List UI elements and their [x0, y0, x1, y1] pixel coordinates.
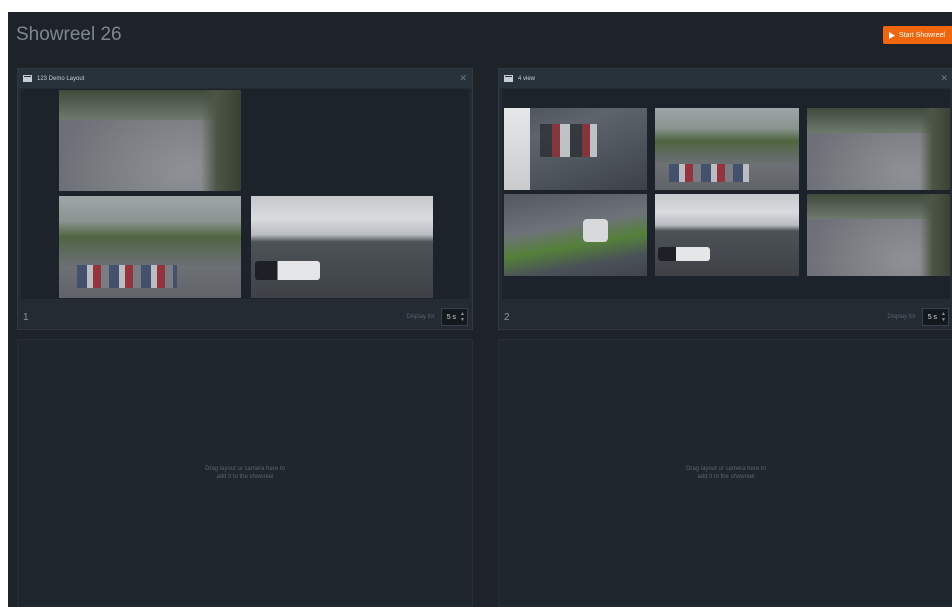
drop-zone[interactable]: Drag layout or camera here to add it to …: [17, 339, 473, 607]
duration-value[interactable]: 5 s: [447, 314, 456, 321]
showreel-app: Showreel 26 Start Showreel 123 Demo Layo…: [8, 12, 952, 607]
close-icon[interactable]: ✕: [940, 73, 948, 83]
panel-footer: 1 Display for 5 s ▲ ▼: [18, 305, 472, 329]
layout-preview: [21, 89, 469, 299]
camera-view: [655, 108, 799, 190]
camera-view: [504, 108, 647, 190]
close-icon[interactable]: ✕: [459, 73, 467, 83]
display-for-control: Display for 5 s ▲ ▼: [887, 308, 949, 326]
start-showreel-label: Start Showreel: [899, 31, 945, 39]
display-for-label: Display for: [887, 314, 916, 320]
duration-value[interactable]: 5 s: [928, 314, 937, 321]
start-showreel-button[interactable]: Start Showreel: [883, 26, 952, 44]
display-for-label: Display for: [406, 314, 435, 320]
camera-view: [504, 194, 647, 276]
panel-number: 2: [504, 311, 510, 323]
camera-view: [251, 196, 433, 298]
drop-zone-hint: Drag layout or camera here to add it to …: [686, 466, 766, 480]
panel-title: 4 view: [518, 75, 536, 82]
camera-view: [59, 90, 241, 191]
stepper-arrows-icon[interactable]: ▲ ▼: [941, 311, 946, 323]
drop-zone-hint: Drag layout or camera here to add it to …: [205, 466, 285, 480]
page-title: Showreel 26: [16, 24, 122, 45]
duration-stepper[interactable]: 5 s ▲ ▼: [921, 308, 949, 326]
panel-footer: 2 Display for 5 s ▲ ▼: [499, 305, 952, 329]
camera-view: [807, 108, 950, 190]
layout-preview: [502, 89, 950, 299]
stepper-arrows-icon[interactable]: ▲ ▼: [460, 311, 465, 323]
camera-view: [807, 194, 950, 276]
showreel-item-2[interactable]: 4 view ✕ 2 Display for 5 s ▲ ▼: [498, 68, 952, 330]
panel-header: 4 view ✕: [499, 69, 952, 88]
layout-icon: [23, 75, 32, 82]
camera-view: [59, 196, 241, 298]
panel-title: 123 Demo Layout: [37, 75, 85, 82]
panel-header: 123 Demo Layout ✕: [18, 69, 472, 88]
display-for-control: Display for 5 s ▲ ▼: [406, 308, 468, 326]
drop-zone[interactable]: Drag layout or camera here to add it to …: [498, 339, 952, 607]
panel-number: 1: [23, 311, 29, 323]
layout-icon: [504, 75, 513, 82]
showreel-item-1[interactable]: 123 Demo Layout ✕ 1 Display for 5 s ▲ ▼: [17, 68, 473, 330]
camera-view: [655, 194, 799, 276]
play-icon: [889, 31, 895, 39]
duration-stepper[interactable]: 5 s ▲ ▼: [440, 308, 468, 326]
